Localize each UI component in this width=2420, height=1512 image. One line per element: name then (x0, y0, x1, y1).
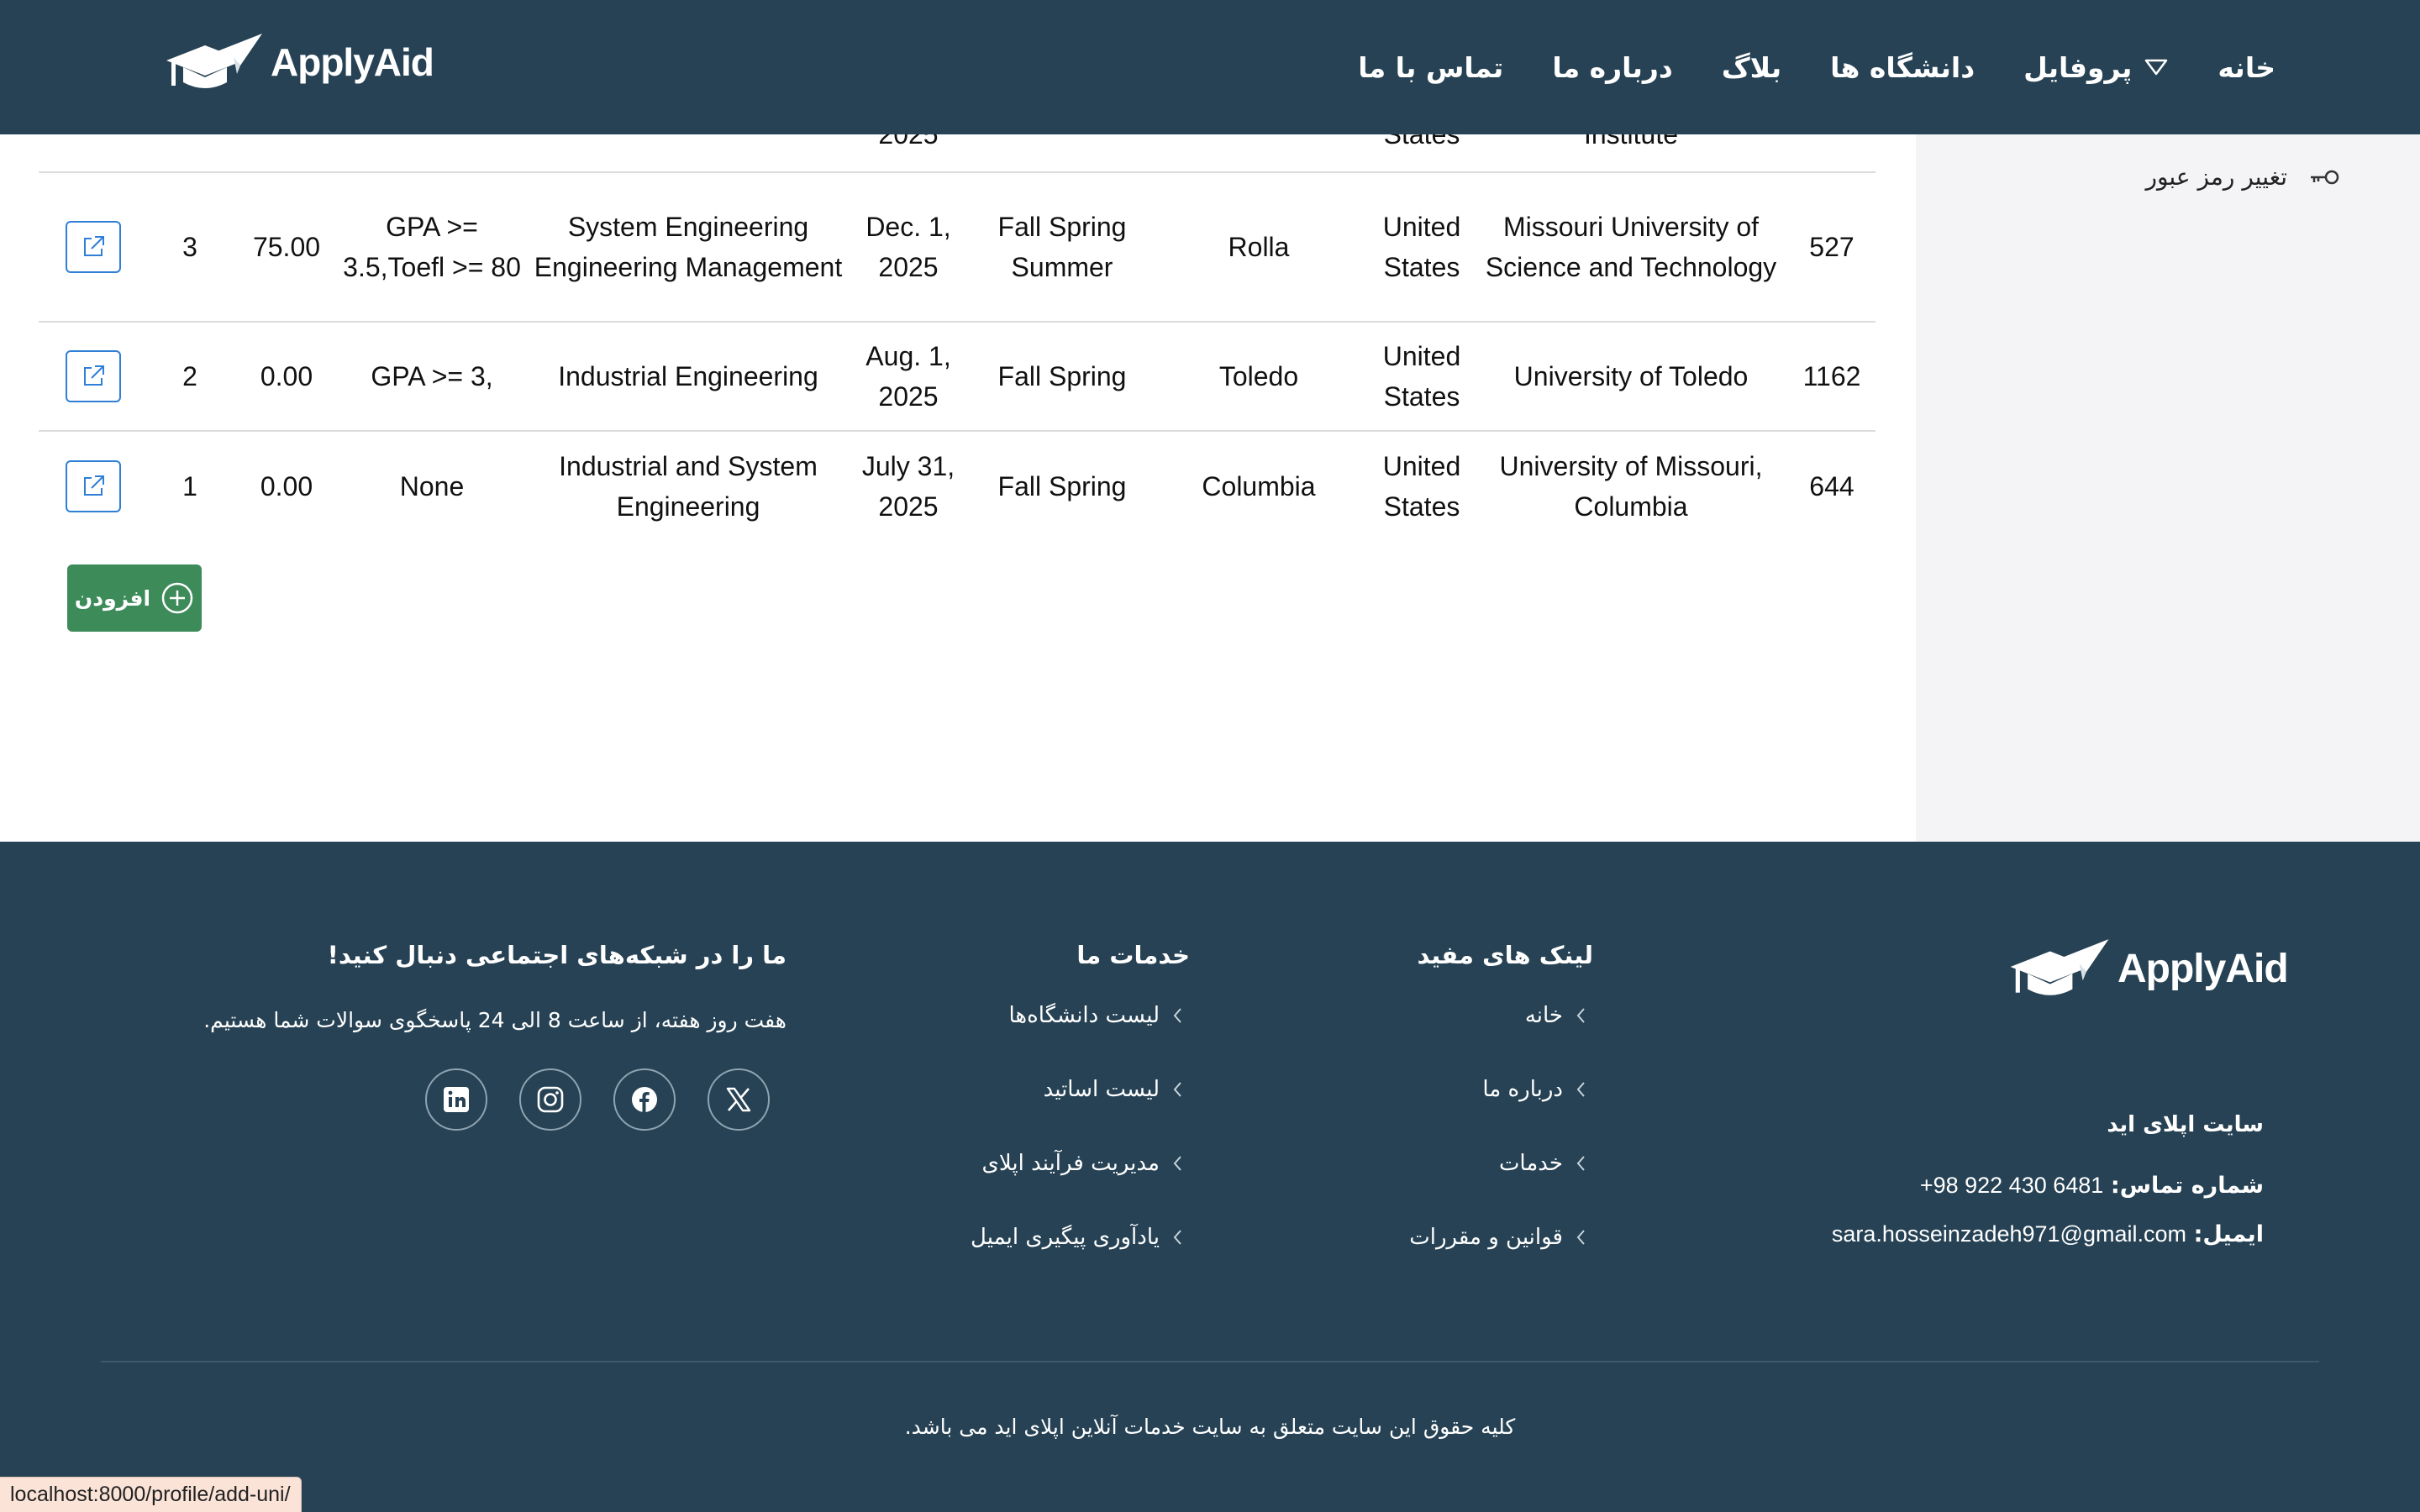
nav-about[interactable]: درباره ما (1552, 51, 1673, 84)
email-address[interactable]: sara.hosseinzadeh971@gmail.com (1832, 1221, 2186, 1247)
cell-fee: 75.00 (252, 232, 321, 262)
nav-home[interactable]: خانه (2217, 51, 2275, 84)
linkedin-icon[interactable] (425, 1068, 487, 1131)
cell-priority: 2 (182, 361, 197, 391)
graduation-cap-logo-icon (2010, 939, 2109, 995)
cell-semesters: Fall Spring (997, 361, 1127, 391)
logo-text: ApplyAid (271, 40, 434, 84)
table-row: 644 University of Missouri, Columbia Uni… (39, 432, 1876, 541)
logo-text: ApplyAid (2118, 946, 2289, 991)
cell-deadline: Dec. 1, 2025 (865, 212, 951, 282)
cell-university: University of Toledo (1513, 361, 1749, 391)
cell-id: 527 (1809, 232, 1854, 262)
footer-link-services[interactable]: خدمات (1499, 1151, 1586, 1176)
services-title: خدمات ما (1076, 941, 1190, 969)
external-link-icon (84, 236, 104, 256)
footer-link-universities[interactable]: لیست دانشگاه‌ها (1008, 1003, 1183, 1028)
edit-button[interactable] (66, 350, 121, 402)
header-logo[interactable]: ApplyAid (163, 29, 434, 96)
cell-requirements: GPA >= 3, (371, 361, 493, 391)
cell-priority: 1 (182, 471, 197, 501)
cell-requirements: None (399, 471, 465, 501)
nav-contact[interactable]: تماس با ما (1358, 51, 1503, 84)
instagram-icon[interactable] (519, 1068, 581, 1131)
cell-actions (39, 323, 148, 430)
cell-deadline: July 31, 2025 (861, 451, 955, 522)
profile-sidebar: تغییر رمز عبور (1916, 134, 2420, 842)
main-nav: خانه پروفایل دانشگاه ها بلاگ درباره ما ت… (1358, 0, 2275, 134)
cell-country: United States (1382, 451, 1461, 522)
footer-link-apply-process[interactable]: مدیریت فرآیند اپلای (981, 1151, 1183, 1176)
cell-city: Toledo (1218, 361, 1299, 391)
table-row: 1162 University of Toledo United States … (39, 323, 1876, 432)
chevron-left-icon (1173, 1230, 1181, 1245)
cell-semesters: Fall Spring Summer (997, 212, 1127, 282)
chevron-left-icon (1576, 1156, 1585, 1171)
cell-requirements: GPA >= 3.5,Toefl >= 80 (343, 212, 521, 282)
chevron-left-icon (1576, 1008, 1585, 1023)
add-university-button[interactable]: افزودن (67, 564, 202, 632)
support-hours-text: هفت روز هفته، از ساعت 8 الی 24 پاسخگوی س… (203, 1008, 786, 1032)
copyright-text: کلیه حقوق این سایت متعلق به سایت خدمات آ… (904, 1415, 1516, 1439)
cell-program: Industrial Engineering (558, 361, 818, 391)
chevron-left-icon (1576, 1082, 1585, 1097)
table-row: 527 Missouri University of Science and T… (39, 173, 1876, 323)
footer-divider (101, 1361, 2319, 1362)
external-link-icon (84, 475, 104, 496)
site-name: سایت اپلای اید (2107, 1112, 2264, 1137)
nav-blog[interactable]: بلاگ (1722, 51, 1781, 84)
graduation-cap-logo-icon (166, 34, 262, 88)
chevron-left-icon (1173, 1008, 1181, 1023)
contact-phone: شماره تماس: +98 922 430 6481 (1919, 1173, 2264, 1199)
edit-button[interactable] (66, 460, 121, 512)
cell-fee: 0.00 (260, 361, 313, 391)
nav-universities[interactable]: دانشگاه ها (1830, 51, 1975, 84)
sidebar-item-change-password[interactable]: تغییر رمز عبور (2145, 163, 2339, 191)
site-header: ApplyAid خانه پروفایل دانشگاه ها بلاگ در… (0, 0, 2420, 134)
contact-email: ایمیل: sara.hosseinzadeh971@gmail.com (1831, 1221, 2264, 1247)
footer-logo[interactable]: ApplyAid (2007, 934, 2289, 1003)
social-links (425, 1068, 770, 1131)
facebook-icon[interactable] (613, 1068, 676, 1131)
footer-link-terms[interactable]: قوانین و مقررات (1409, 1225, 1586, 1250)
cell-university: University of Missouri, Columbia (1499, 451, 1763, 522)
cell-country: United States (1382, 341, 1461, 412)
social-title: ما را در شبکه‌های اجتماعی دنبال کنید! (327, 941, 786, 969)
cell-actions (39, 173, 148, 321)
chevron-left-icon (1173, 1156, 1181, 1171)
x-icon[interactable] (708, 1068, 770, 1131)
chevron-left-icon (1576, 1230, 1585, 1245)
cell-fee: 0.00 (260, 471, 313, 501)
edit-button[interactable] (66, 221, 121, 273)
cell-university: Missouri University of Science and Techn… (1485, 212, 1777, 282)
external-link-icon (84, 365, 104, 386)
cell-country: United States (1382, 212, 1461, 282)
cell-deadline: Aug. 1, 2025 (865, 341, 951, 412)
chevron-left-icon (1173, 1082, 1181, 1097)
footer-link-about[interactable]: درباره ما (1482, 1077, 1586, 1102)
cell-city: Columbia (1202, 471, 1316, 501)
site-footer: ApplyAid سایت اپلای اید شماره تماس: +98 … (0, 842, 2420, 1512)
triangle-down-icon (2145, 59, 2168, 76)
cell-city: Rolla (1228, 232, 1290, 262)
useful-links-title: لینک های مفید (1417, 941, 1593, 969)
cell-program: System Engineering Engineering Managemen… (534, 212, 843, 282)
cell-semesters: Fall Spring (997, 471, 1127, 501)
footer-link-home[interactable]: خانه (1525, 1003, 1586, 1028)
footer-link-email-reminder[interactable]: یادآوری پیگیری ایمیل (971, 1225, 1183, 1250)
browser-status-url: localhost:8000/profile/add-uni/ (0, 1477, 302, 1512)
footer-link-professors[interactable]: لیست اساتید (1044, 1077, 1183, 1102)
phone-number: +98 922 430 6481 (1919, 1173, 2104, 1198)
cell-id: 1162 (1802, 361, 1861, 391)
nav-profile-dropdown[interactable]: پروفایل (2023, 51, 2169, 84)
key-icon (2311, 170, 2339, 184)
cell-id: 644 (1809, 471, 1854, 501)
cell-program: Industrial and System Engineering (559, 451, 818, 522)
cell-actions (39, 432, 148, 541)
cell-priority: 3 (182, 232, 197, 262)
plus-circle-icon (161, 582, 193, 614)
